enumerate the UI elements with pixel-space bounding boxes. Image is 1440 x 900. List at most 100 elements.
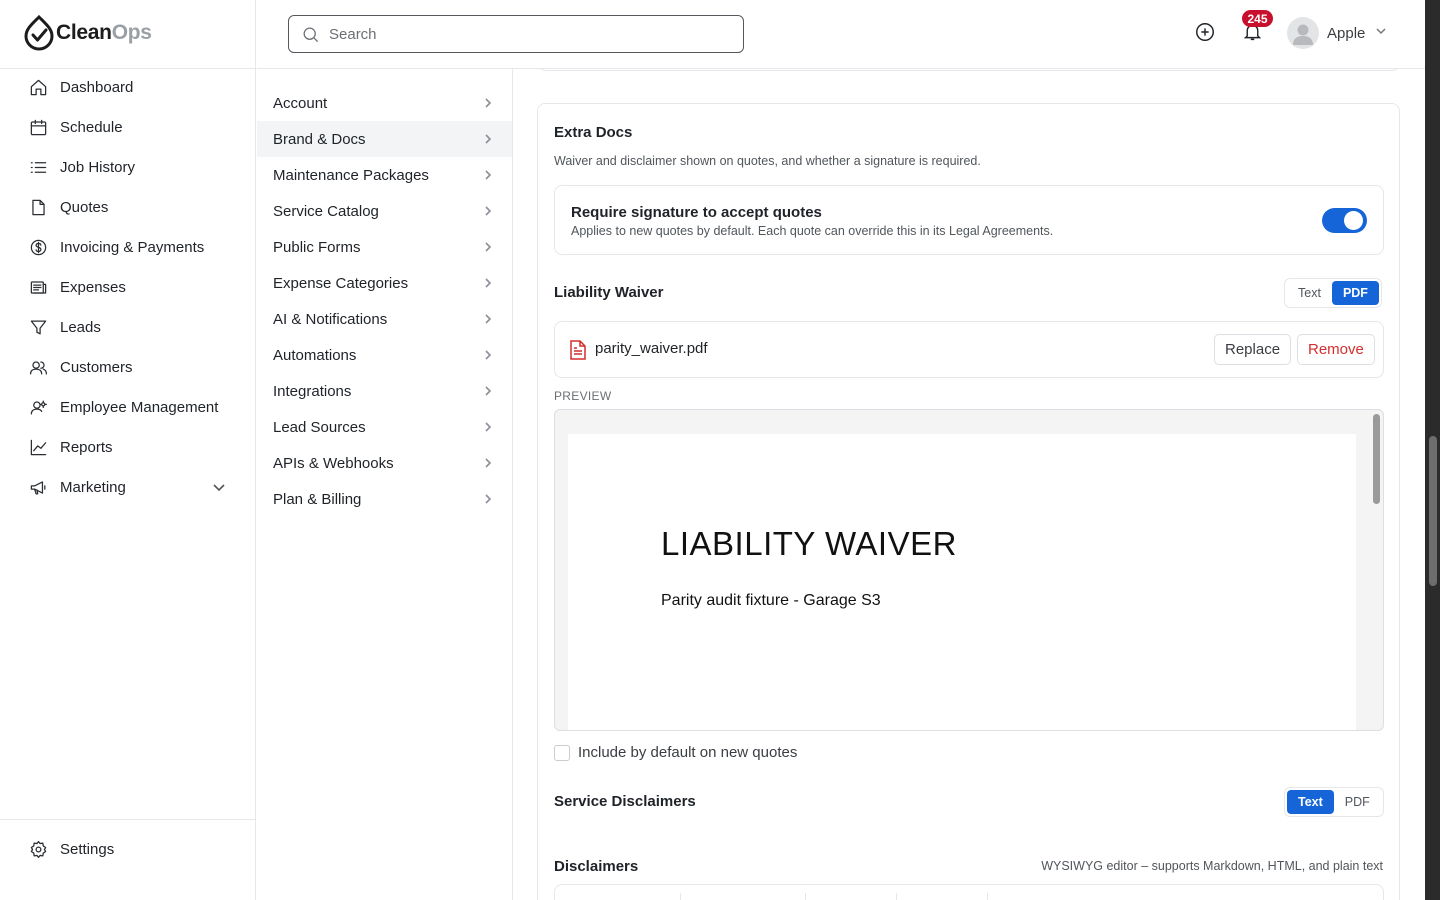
chevron-right-icon — [485, 422, 492, 432]
nav-item-label: Expenses — [60, 278, 126, 296]
toolbar-divider — [805, 893, 806, 900]
submenu-item-expense-categories[interactable]: Expense Categories — [257, 265, 512, 301]
submenu-item-label: Account — [273, 94, 328, 112]
liability-waiver-label: Liability Waiver — [554, 284, 664, 301]
main-sidebar: CleanOps Dashboard Schedule Job History … — [0, 0, 256, 900]
chevron-right-icon — [485, 206, 492, 216]
require-signature-toggle[interactable] — [1322, 208, 1367, 233]
chevron-right-icon — [485, 134, 492, 144]
pdf-document-subtitle: Parity audit fixture - Garage S3 — [661, 592, 881, 609]
nav-item-reports[interactable]: Reports — [0, 427, 256, 467]
signature-setting: Require signature to accept quotes Appli… — [554, 185, 1384, 255]
editor-hint: WYSIWYG editor – supports Markdown, HTML… — [1041, 859, 1383, 873]
nav-item-leads[interactable]: Leads — [0, 307, 256, 347]
pdf-document-title: LIABILITY WAIVER — [661, 525, 957, 562]
submenu-item-ai-notifications[interactable]: AI & Notifications — [257, 301, 512, 337]
waiver-file-name: parity_waiver.pdf — [595, 340, 708, 357]
nav-item-job-history[interactable]: Job History — [0, 147, 256, 187]
submenu-item-service-catalog[interactable]: Service Catalog — [257, 193, 512, 229]
nav-item-dashboard[interactable]: Dashboard — [0, 67, 256, 107]
nav-item-schedule[interactable]: Schedule — [0, 107, 256, 147]
settings-content: Extra Docs Waiver and disclaimer shown o… — [513, 69, 1425, 900]
document-icon — [28, 197, 48, 217]
nav-item-employee-management[interactable]: Employee Management — [0, 387, 256, 427]
nav-item-label: Invoicing & Payments — [60, 238, 205, 256]
toolbar-divider — [896, 893, 897, 900]
chart-line-icon — [28, 437, 48, 457]
add-button[interactable] — [1194, 21, 1216, 43]
previous-card-edge — [538, 69, 1400, 71]
signature-setting-subtitle: Applies to new quotes by default. Each q… — [571, 224, 1054, 238]
nav-item-label: Dashboard — [60, 78, 134, 96]
submenu-item-automations[interactable]: Automations — [257, 337, 512, 373]
chevron-right-icon — [485, 458, 492, 468]
submenu-item-public-forms[interactable]: Public Forms — [257, 229, 512, 265]
remove-button[interactable]: Remove — [1297, 334, 1375, 365]
pdf-file-icon — [569, 340, 587, 360]
list-icon — [28, 157, 48, 177]
page-scrollbar-thumb[interactable] — [1429, 436, 1437, 586]
nav-item-expenses[interactable]: Expenses — [0, 267, 256, 307]
nav-item-label: Job History — [60, 158, 136, 176]
submenu-item-label: AI & Notifications — [273, 310, 388, 328]
user-name: Apple — [1327, 24, 1366, 42]
submenu-item-label: Integrations — [273, 382, 352, 400]
nav-item-marketing[interactable]: Marketing — [0, 467, 256, 507]
megaphone-icon — [28, 477, 48, 497]
preview-label: PREVIEW — [554, 389, 612, 403]
toggle-knob — [1344, 211, 1363, 230]
submenu-item-label: APIs & Webhooks — [273, 454, 394, 472]
toolbar-divider — [987, 893, 988, 900]
disclaimers-editor[interactable] — [554, 884, 1384, 900]
mode-pdf-button[interactable]: PDF — [1334, 790, 1381, 814]
submenu-item-lead-sources[interactable]: Lead Sources — [257, 409, 512, 445]
include-default-checkbox[interactable] — [554, 744, 570, 761]
waiver-file-row: parity_waiver.pdf Replace Remove — [554, 321, 1384, 378]
replace-button[interactable]: Replace — [1214, 334, 1292, 365]
user-placeholder-icon — [1293, 24, 1313, 45]
disclaimers-label: Disclaimers — [554, 858, 639, 875]
search-icon — [303, 27, 319, 42]
chevron-down-icon[interactable] — [212, 480, 226, 494]
home-icon — [28, 77, 48, 97]
nav-item-settings[interactable]: Settings — [0, 829, 256, 869]
submenu-item-label: Automations — [273, 346, 357, 364]
pdf-preview[interactable]: LIABILITY WAIVER Parity audit fixture - … — [554, 409, 1384, 731]
dollar-circle-icon — [28, 237, 48, 257]
card-title: Extra Docs — [554, 124, 633, 141]
search-input[interactable] — [329, 25, 729, 43]
settings-submenu: Account Brand & Docs Maintenance Package… — [257, 69, 513, 900]
app-logo[interactable]: CleanOps — [24, 14, 152, 52]
submenu-item-label: Brand & Docs — [273, 130, 366, 148]
submenu-item-maintenance-packages[interactable]: Maintenance Packages — [257, 157, 512, 193]
nav-item-invoicing-payments[interactable]: Invoicing & Payments — [0, 227, 256, 267]
nav-item-customers[interactable]: Customers — [0, 347, 256, 387]
nav-item-quotes[interactable]: Quotes — [0, 187, 256, 227]
avatar — [1287, 17, 1319, 49]
extra-docs-card: Extra Docs Waiver and disclaimer shown o… — [537, 103, 1400, 900]
service-disclaimers-mode-switch: Text PDF — [1284, 787, 1384, 817]
submenu-item-integrations[interactable]: Integrations — [257, 373, 512, 409]
include-default-option[interactable]: Include by default on new quotes — [554, 744, 797, 761]
submenu-item-apis-webhooks[interactable]: APIs & Webhooks — [257, 445, 512, 481]
mode-text-button[interactable]: Text — [1287, 281, 1332, 305]
search-box[interactable] — [288, 15, 744, 53]
submenu-item-label: Service Catalog — [273, 202, 379, 220]
submenu-item-label: Lead Sources — [273, 418, 366, 436]
preview-scrollbar[interactable] — [1373, 414, 1380, 504]
calendar-icon — [28, 117, 48, 137]
submenu-item-label: Expense Categories — [273, 274, 409, 292]
primary-nav: Dashboard Schedule Job History Quotes In… — [0, 67, 256, 507]
nav-item-label: Quotes — [60, 198, 109, 216]
logo-icon — [24, 15, 54, 51]
submenu-item-label: Public Forms — [273, 238, 361, 256]
mode-text-button[interactable]: Text — [1287, 790, 1334, 814]
mode-pdf-button[interactable]: PDF — [1331, 281, 1379, 305]
user-menu[interactable]: Apple — [1287, 16, 1387, 50]
submenu-item-plan-billing[interactable]: Plan & Billing — [257, 481, 512, 517]
chevron-down-icon — [1375, 24, 1387, 42]
nav-item-label: Marketing — [60, 478, 126, 496]
submenu-item-account[interactable]: Account — [257, 85, 512, 121]
user-gear-icon — [28, 397, 48, 417]
submenu-item-brand-docs[interactable]: Brand & Docs — [257, 121, 512, 157]
